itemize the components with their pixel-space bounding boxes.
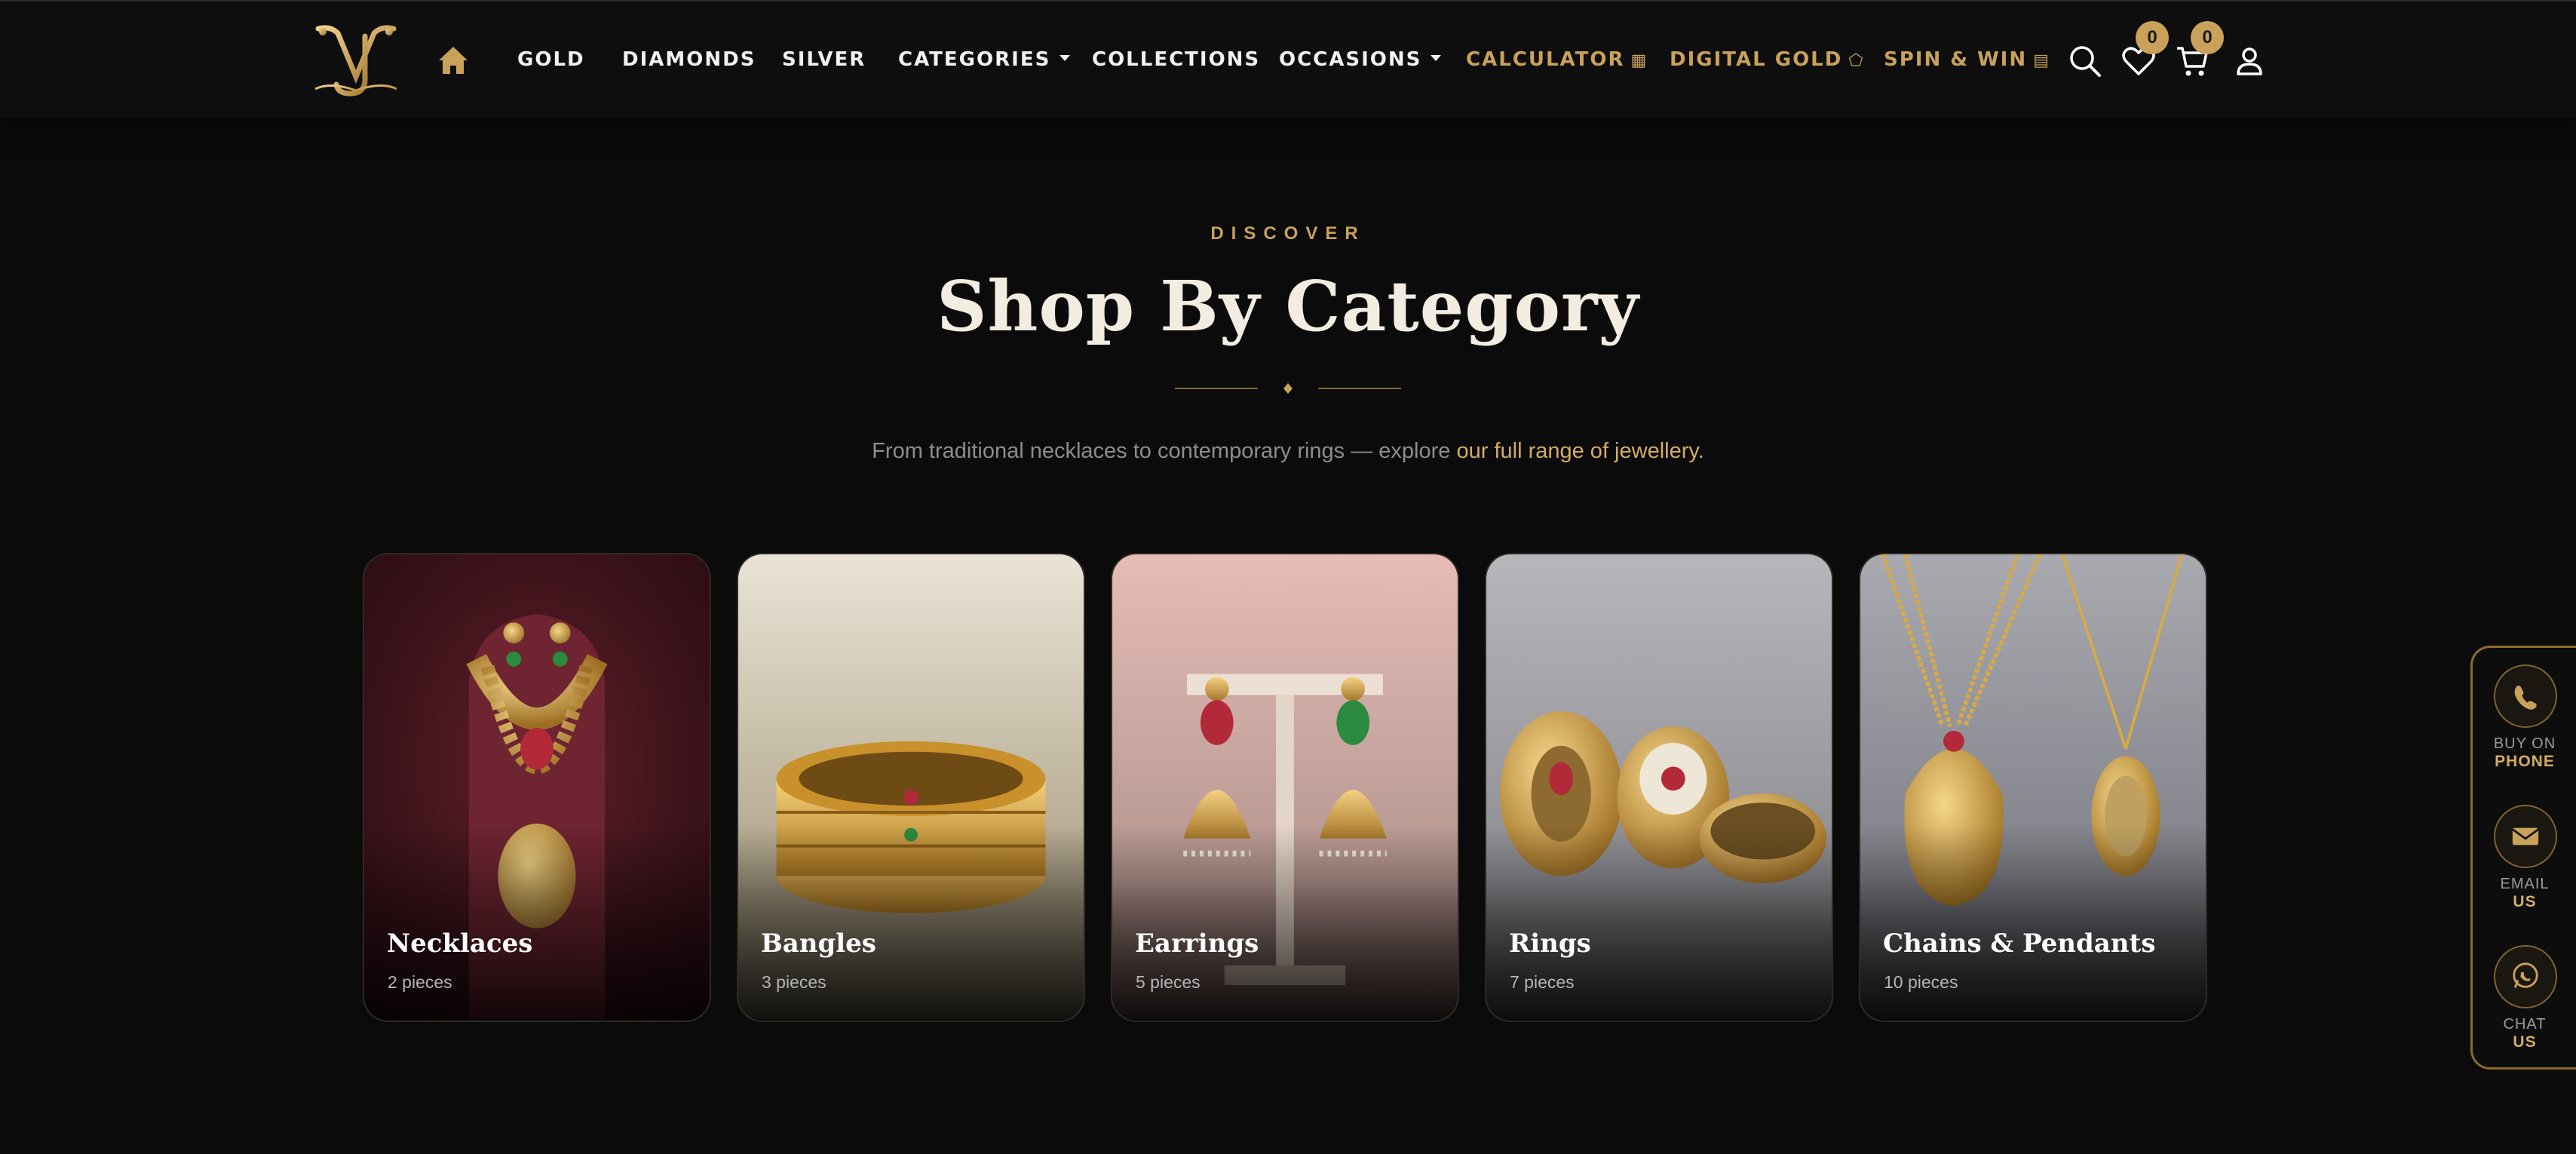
home-icon[interactable] <box>437 45 469 75</box>
category-card-rings[interactable]: Rings 7 pieces <box>1485 553 1833 1022</box>
contact-sidebar: BUY ON PHONE EMAIL US CHAT US <box>2470 646 2576 1070</box>
ornament-divider <box>1175 383 1401 394</box>
category-count: 3 pieces <box>762 972 826 992</box>
nav-calculator-label: CALCULATOR <box>1466 48 1625 71</box>
chat-us-label: CHAT US <box>2473 1016 2576 1051</box>
section-subtitle: From traditional necklaces to contempora… <box>0 439 2576 464</box>
page-title: Shop By Category <box>937 265 1639 347</box>
gift-icon: ▤ <box>2033 51 2050 70</box>
phone-icon <box>2514 686 2537 710</box>
category-card-bangles[interactable]: Bangles 3 pieces <box>737 553 1085 1022</box>
gold-bar-icon: ⬠ <box>1848 51 1865 70</box>
section-eyebrow: DISCOVER <box>1210 223 1366 244</box>
buy-on-phone-bottom: PHONE <box>2495 753 2555 770</box>
subtitle-text: From traditional necklaces to contempora… <box>872 439 1457 463</box>
cart-count-badge: 0 <box>2191 21 2224 54</box>
email-icon <box>2512 827 2539 846</box>
category-name: Chains & Pendants <box>1883 928 2156 959</box>
whatsapp-icon <box>2513 962 2538 988</box>
nav-silver[interactable]: SILVER <box>782 48 866 71</box>
nav-digital-gold-label: DIGITAL GOLD <box>1670 48 1843 71</box>
nav-collections[interactable]: COLLECTIONS <box>1092 48 1260 71</box>
category-count: 7 pieces <box>1510 972 1575 992</box>
brand-logo[interactable] <box>308 21 404 100</box>
nav-categories[interactable]: CATEGORIES <box>898 48 1071 71</box>
buy-on-phone-label: BUY ON PHONE <box>2473 735 2576 771</box>
email-us-top: EMAIL <box>2500 876 2550 892</box>
nav-calculator[interactable]: CALCULATOR ▦ <box>1466 48 1648 71</box>
chevron-down-icon <box>1431 54 1442 61</box>
chevron-down-icon <box>1060 54 1071 61</box>
category-name: Bangles <box>761 928 876 959</box>
category-name: Rings <box>1509 928 1591 959</box>
top-nav: GOLD DIAMONDS SILVER CATEGORIES COLLECTI… <box>0 0 2576 118</box>
chat-us-top: CHAT <box>2503 1016 2547 1033</box>
user-icon[interactable] <box>2232 44 2267 78</box>
nav-occasions[interactable]: OCCASIONS <box>1279 48 1442 71</box>
chat-us-bottom: US <box>2513 1033 2537 1051</box>
nav-spin-win-label: SPIN & WIN <box>1884 48 2028 71</box>
category-name: Earrings <box>1135 928 1259 959</box>
category-card-earrings[interactable]: Earrings 5 pieces <box>1111 553 1459 1022</box>
buy-on-phone-button[interactable] <box>2494 664 2557 728</box>
nav-digital-gold[interactable]: DIGITAL GOLD ⬠ <box>1670 48 1864 71</box>
category-card-necklaces[interactable]: Necklaces 2 pieces <box>363 553 711 1022</box>
category-count: 2 pieces <box>388 972 452 992</box>
nav-gold[interactable]: GOLD <box>517 48 585 71</box>
nav-occasions-label: OCCASIONS <box>1279 48 1422 71</box>
nav-diamonds[interactable]: DIAMONDS <box>622 48 756 71</box>
calculator-icon: ▦ <box>1630 51 1648 70</box>
nav-categories-label: CATEGORIES <box>898 48 1051 71</box>
email-us-bottom: US <box>2513 893 2537 910</box>
nav-spin-win[interactable]: SPIN & WIN ▤ <box>1884 48 2050 71</box>
category-count: 5 pieces <box>1136 972 1201 992</box>
category-count: 10 pieces <box>1884 972 1958 992</box>
buy-on-phone-top: BUY ON <box>2493 735 2556 752</box>
search-icon[interactable] <box>2068 44 2102 78</box>
email-us-button[interactable] <box>2494 805 2557 868</box>
wishlist-count-badge: 0 <box>2136 21 2169 54</box>
email-us-label: EMAIL US <box>2473 876 2576 911</box>
chat-us-button[interactable] <box>2494 945 2557 1008</box>
category-card-chains-pendants[interactable]: Chains & Pendants 10 pieces <box>1859 553 2207 1022</box>
category-name: Necklaces <box>387 928 533 959</box>
subtitle-link[interactable]: our full range of jewellery. <box>1456 439 1704 463</box>
